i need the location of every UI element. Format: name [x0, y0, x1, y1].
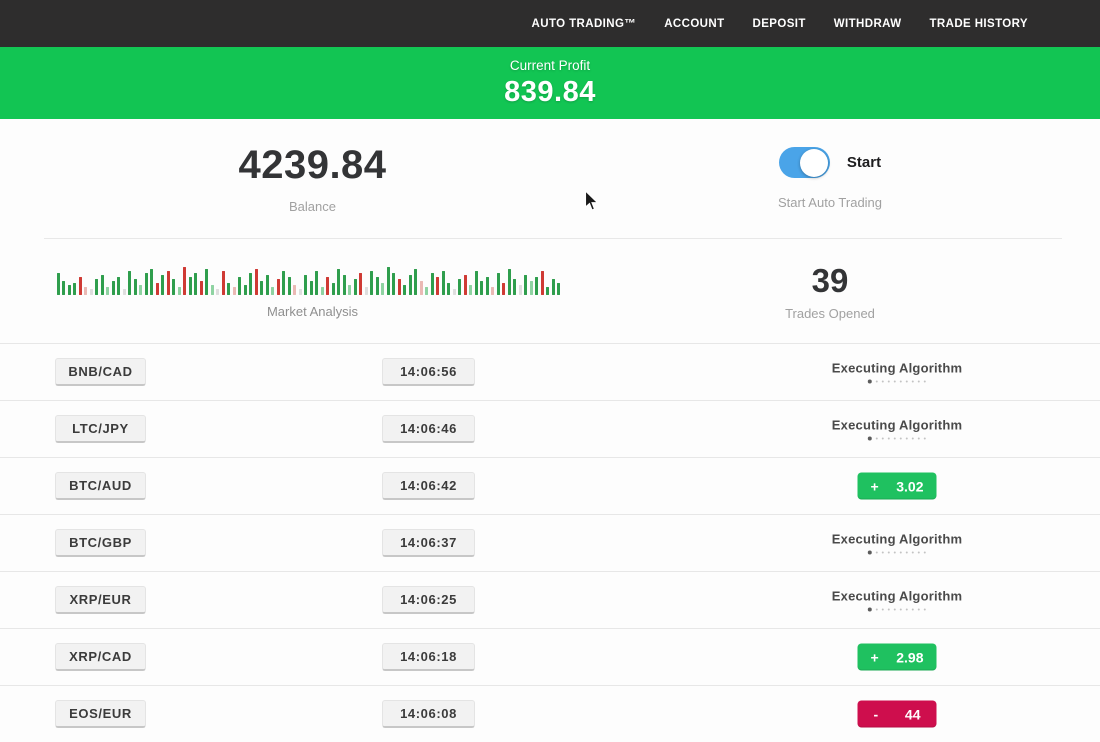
- executing-algorithm-label: Executing Algorithm: [832, 589, 962, 604]
- badge-amount: 3.02: [896, 478, 923, 494]
- trade-row-xrp-eur: XRP/EUR 14:06:25 Executing Algorithm: [0, 572, 1100, 629]
- auto-trading-toggle[interactable]: [779, 147, 830, 178]
- progress-dots: [832, 608, 962, 612]
- time-chip: 14:06:37: [382, 529, 475, 557]
- pair-chip: BNB/CAD: [55, 358, 146, 386]
- pair-chip: XRP/CAD: [55, 643, 146, 671]
- progress-dots: [832, 380, 962, 384]
- trade-status: Executing Algorithm: [832, 589, 962, 612]
- trade-row-btc-aud: BTC/AUD 14:06:42 + 3.02: [0, 458, 1100, 515]
- current-profit-label: Current Profit: [510, 58, 590, 73]
- time-chip: 14:06:08: [382, 700, 475, 728]
- pair-chip: XRP/EUR: [55, 586, 146, 614]
- balance-section: 4239.84 Balance Start Start Auto Trading: [0, 119, 1100, 238]
- market-analysis-label: Market Analysis: [267, 304, 358, 319]
- auto-trading-app: AUTO TRADING™ ACCOUNT DEPOSIT WITHDRAW T…: [0, 0, 1100, 742]
- nav-withdraw[interactable]: WITHDRAW: [834, 18, 902, 30]
- trade-status: + 2.98: [858, 644, 937, 671]
- trade-row-ltc-jpy: LTC/JPY 14:06:46 Executing Algorithm: [0, 401, 1100, 458]
- nav-trade-history[interactable]: TRADE HISTORY: [930, 18, 1029, 30]
- current-profit-value: 839.84: [504, 76, 596, 109]
- trades-opened-value: 39: [812, 262, 849, 300]
- time-chip: 14:06:56: [382, 358, 475, 386]
- pair-chip: BTC/GBP: [55, 529, 146, 557]
- executing-algorithm-label: Executing Algorithm: [832, 418, 962, 433]
- trade-status: Executing Algorithm: [832, 418, 962, 441]
- balance-label: Balance: [289, 199, 336, 214]
- trade-status: + 3.02: [858, 473, 937, 500]
- pair-chip: LTC/JPY: [55, 415, 146, 443]
- badge-amount: 2.98: [896, 649, 923, 665]
- pair-chip: BTC/AUD: [55, 472, 146, 500]
- toggle-start-label: Start: [847, 154, 881, 171]
- time-chip: 14:06:42: [382, 472, 475, 500]
- progress-dots: [832, 551, 962, 555]
- badge-sign: +: [871, 649, 879, 665]
- badge-sign: +: [871, 478, 879, 494]
- trade-status: - 44: [858, 701, 937, 728]
- current-profit-banner: Current Profit 839.84: [0, 47, 1100, 119]
- start-auto-trading-caption: Start Auto Trading: [778, 195, 882, 210]
- progress-dots: [832, 437, 962, 441]
- loss-badge: - 44: [858, 701, 937, 728]
- trade-row-btc-gbp: BTC/GBP 14:06:37 Executing Algorithm: [0, 515, 1100, 572]
- nav-account[interactable]: ACCOUNT: [664, 18, 724, 30]
- trade-status: Executing Algorithm: [832, 532, 962, 555]
- balance-value: 4239.84: [238, 143, 386, 188]
- profit-badge: + 2.98: [858, 644, 937, 671]
- executing-algorithm-label: Executing Algorithm: [832, 532, 962, 547]
- toggle-knob: [800, 149, 828, 177]
- trades-list: BNB/CAD 14:06:56 Executing Algorithm LTC…: [0, 343, 1100, 742]
- time-chip: 14:06:18: [382, 643, 475, 671]
- market-analysis-section: Market Analysis 39 Trades Opened: [0, 239, 1100, 343]
- trade-status: Executing Algorithm: [832, 361, 962, 384]
- market-analysis-chart: [57, 263, 569, 295]
- profit-badge: + 3.02: [858, 473, 937, 500]
- trade-row-xrp-cad: XRP/CAD 14:06:18 + 2.98: [0, 629, 1100, 686]
- time-chip: 14:06:25: [382, 586, 475, 614]
- nav-deposit[interactable]: DEPOSIT: [753, 18, 806, 30]
- trade-row-eos-eur: EOS/EUR 14:06:08 - 44: [0, 686, 1100, 742]
- badge-amount: 44: [905, 706, 921, 722]
- trades-opened-label: Trades Opened: [785, 306, 875, 321]
- badge-sign: -: [874, 706, 879, 722]
- time-chip: 14:06:46: [382, 415, 475, 443]
- nav-auto-trading[interactable]: AUTO TRADING™: [532, 18, 637, 30]
- trade-row-bnb-cad: BNB/CAD 14:06:56 Executing Algorithm: [0, 344, 1100, 401]
- top-nav: AUTO TRADING™ ACCOUNT DEPOSIT WITHDRAW T…: [0, 0, 1100, 47]
- executing-algorithm-label: Executing Algorithm: [832, 361, 962, 376]
- pair-chip: EOS/EUR: [55, 700, 146, 728]
